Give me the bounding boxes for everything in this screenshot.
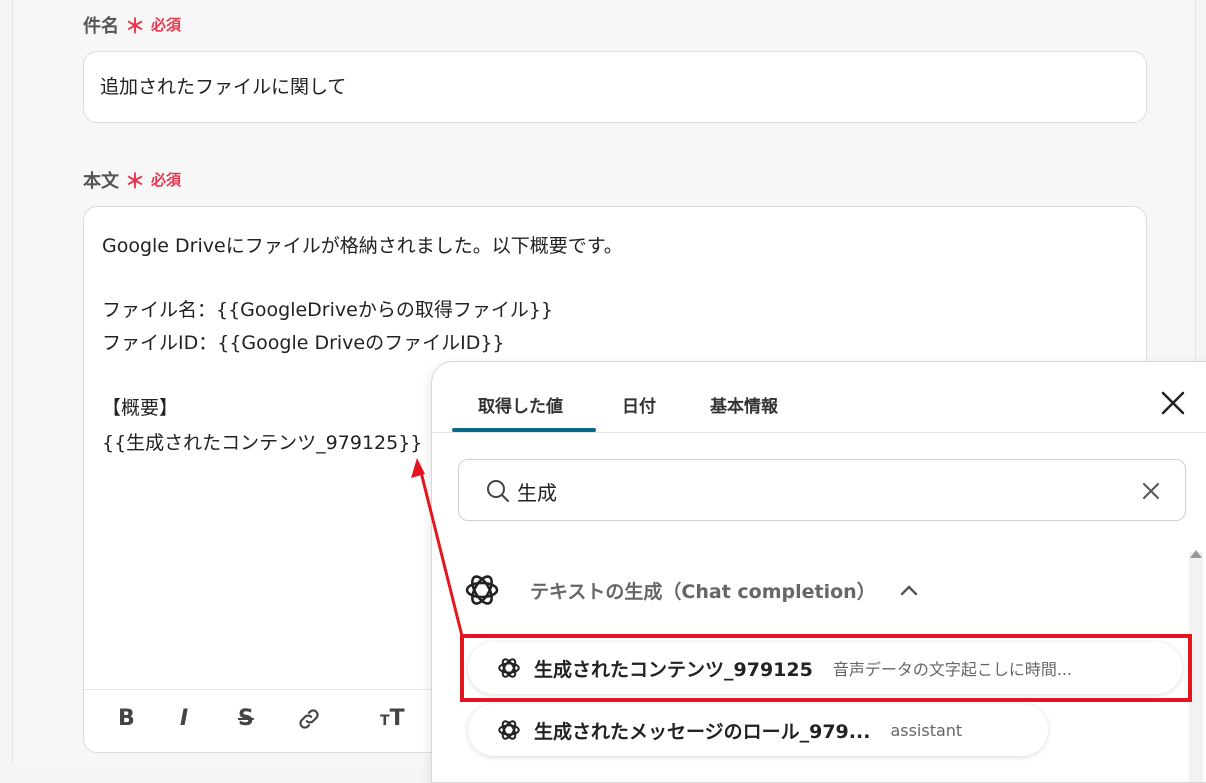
bold-button[interactable]: B: [118, 706, 135, 731]
value-item-name: 生成されたメッセージのロール_979...: [534, 720, 871, 743]
openai-icon: [498, 720, 520, 740]
body-label: 本文: [83, 170, 119, 192]
search-icon: [487, 480, 509, 502]
tab-date[interactable]: 日付: [622, 392, 656, 417]
text-size-small: T: [380, 713, 390, 729]
tab-basic-info[interactable]: 基本情報: [710, 392, 778, 417]
subject-label-row: 件名 ＊ 必須: [83, 10, 181, 39]
search-input[interactable]: 生成: [458, 459, 1186, 521]
body-line: ファイル名：{{GoogleDriveからの取得ファイル}}: [102, 299, 554, 321]
subject-input[interactable]: 追加されたファイルに関して: [83, 51, 1147, 123]
required-asterisk: ＊: [125, 169, 145, 193]
openai-icon: [465, 575, 499, 605]
scroll-up-icon[interactable]: [1190, 550, 1202, 558]
group-header-chat-completion[interactable]: テキストの生成（Chat completion）: [462, 568, 918, 612]
body-line: {{生成されたコンテンツ_979125}}: [102, 432, 423, 454]
close-icon: [1161, 391, 1185, 415]
subject-value: 追加されたファイルに関して: [100, 76, 347, 98]
value-item[interactable]: 生成されたメッセージのロール_979... assistant: [468, 704, 1048, 756]
search-value: 生成: [517, 481, 557, 505]
link-button[interactable]: [296, 706, 322, 738]
italic-button[interactable]: I: [180, 706, 188, 731]
body-line: ファイルID：{{Google DriveのファイルID}}: [102, 332, 505, 354]
text-size-button[interactable]: TT: [380, 706, 405, 731]
value-picker-panel: 取得した値 日付 基本情報 生成 テキストの生成（Chat completion…: [431, 361, 1206, 783]
group-title: テキストの生成（Chat completion）: [530, 580, 876, 603]
annotation-highlight: [460, 634, 1192, 702]
clear-search-icon[interactable]: [1141, 481, 1161, 501]
tab-divider: [432, 432, 1206, 433]
required-text: 必須: [151, 171, 182, 189]
chevron-up-icon[interactable]: [900, 584, 918, 596]
required-text: 必須: [151, 16, 182, 34]
body-label-row: 本文 ＊ 必須: [83, 165, 181, 194]
body-line: Google Driveにファイルが格納されました。以下概要です。: [102, 235, 623, 257]
required-asterisk: ＊: [125, 14, 145, 38]
close-button[interactable]: [1158, 388, 1188, 418]
value-item-preview: assistant: [890, 720, 963, 740]
text-size-large: T: [389, 706, 405, 731]
subject-label: 件名: [83, 15, 119, 37]
link-icon: [299, 709, 319, 729]
tab-acquired-values[interactable]: 取得した値: [478, 392, 563, 417]
body-line: 【概要】: [102, 397, 179, 419]
strikethrough-button[interactable]: S: [238, 706, 254, 731]
